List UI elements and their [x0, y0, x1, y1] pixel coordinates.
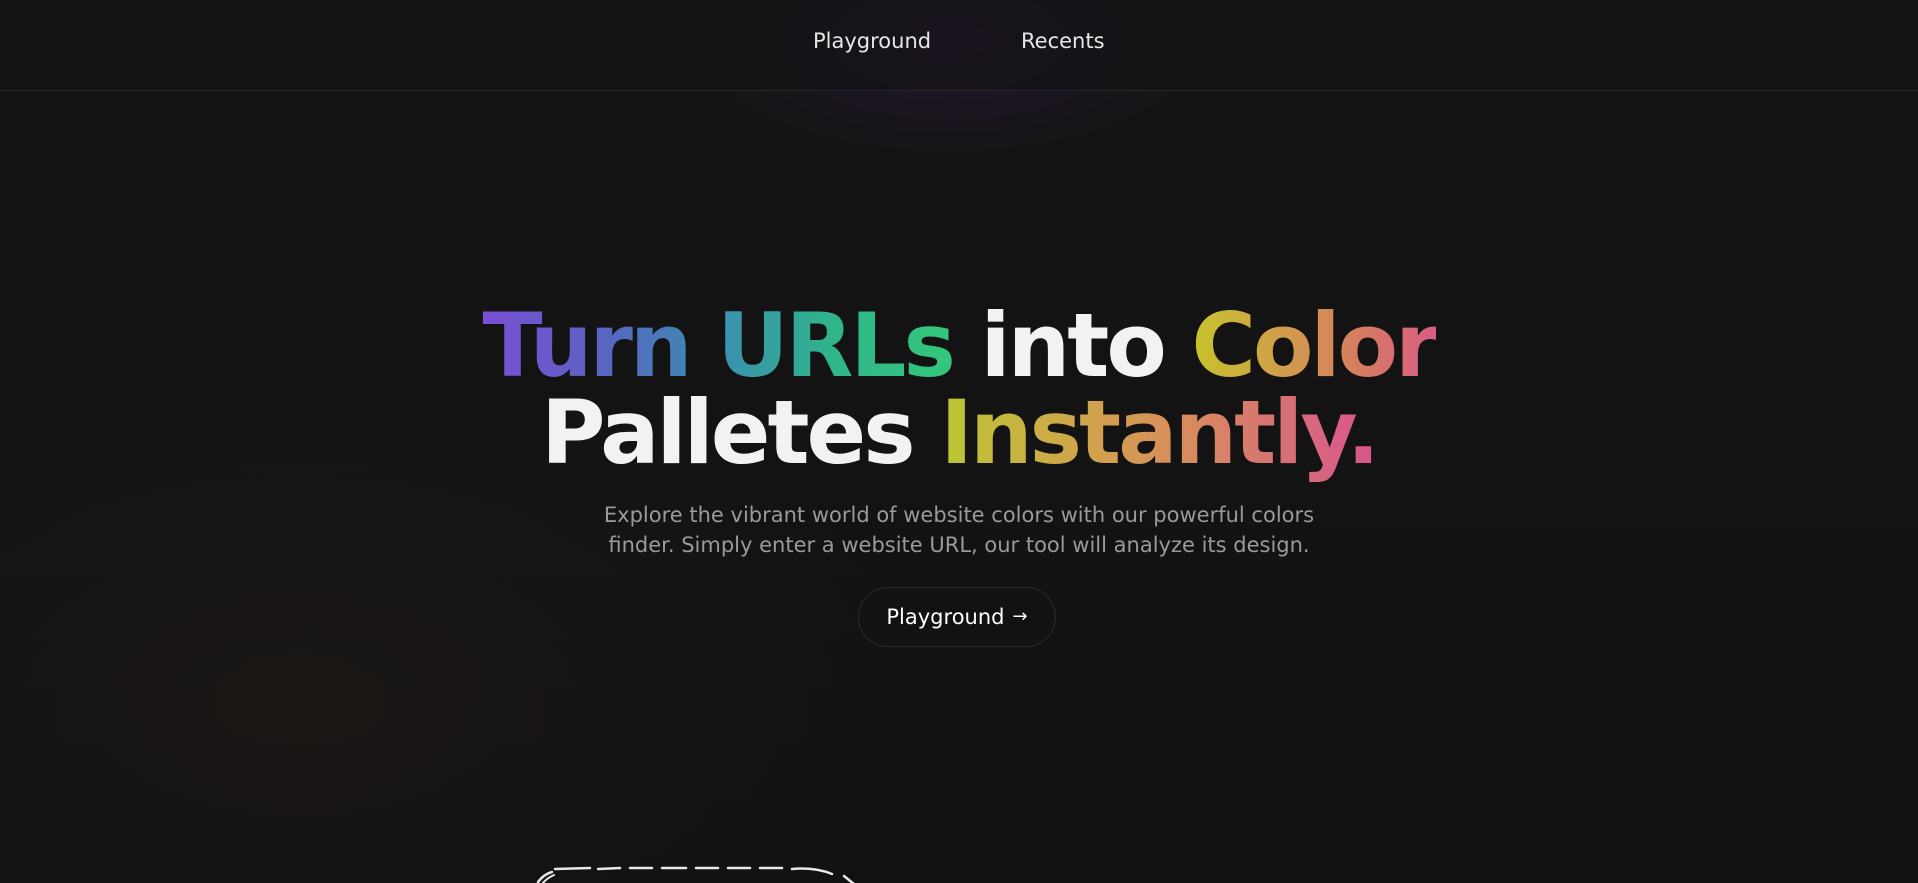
hero-subtitle: Explore the vibrant world of website col…	[559, 500, 1359, 560]
playground-cta-button[interactable]: Playground →	[858, 587, 1056, 647]
nav-link-recents[interactable]: Recents	[1021, 29, 1105, 53]
hero-title-highlight-instantly: Instantly.	[940, 381, 1380, 484]
nav-link-playground[interactable]: Playground	[813, 29, 931, 53]
hero-title-word-palletes: Palletes	[540, 381, 916, 484]
top-navbar: Playground Recents	[0, 0, 1918, 91]
hero-subtitle-line-1: Explore the vibrant world of website col…	[603, 503, 1315, 527]
playground-cta-label: Playground	[886, 605, 1005, 629]
arrow-right-icon: →	[1012, 606, 1028, 627]
page: Playground Recents Turn URLs into Color …	[0, 0, 1918, 883]
sketch-illustration	[536, 866, 855, 883]
hero-title-line-1: Turn URLs into Color	[0, 302, 1918, 390]
hero-subtitle-line-2: finder. Simply enter a website URL, our …	[608, 533, 1310, 557]
hero-title-line-2: Palletes Instantly.	[0, 389, 1918, 477]
